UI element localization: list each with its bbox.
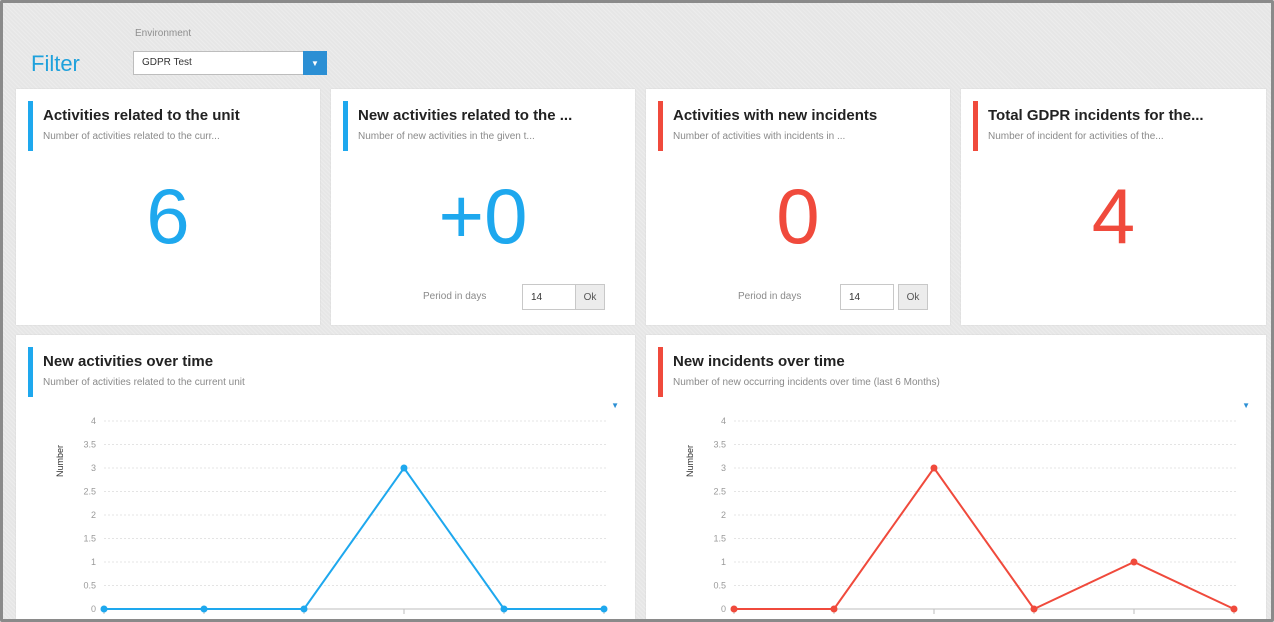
line-chart-new-activities: 0 0.5 1 1.5 2 2.5 3 3.5 4 Number xyxy=(55,416,608,614)
data-point xyxy=(830,605,838,613)
kpi-subtitle: Number of incident for activities of the… xyxy=(988,131,1164,142)
kpi-title: Total GDPR incidents for the... xyxy=(988,107,1204,124)
data-point xyxy=(730,605,738,613)
y-tick-label: 2 xyxy=(721,510,726,520)
environment-select[interactable]: GDPR Test ▼ xyxy=(133,51,327,75)
data-point xyxy=(500,605,508,613)
chevron-down-icon[interactable]: ▼ xyxy=(303,51,327,75)
dashboard-frame: Filter Environment GDPR Test ▼ Activitie… xyxy=(0,0,1274,622)
y-tick-label: 2.5 xyxy=(83,487,96,497)
chart-card-new-activities: New activities over time Number of activ… xyxy=(16,335,635,619)
kpi-accent-bar xyxy=(343,101,348,151)
y-tick-label: 2 xyxy=(91,510,96,520)
line-chart-new-incidents: 0 0.5 1 1.5 2 2.5 3 3.5 4 Number xyxy=(685,416,1238,614)
y-tick-label: 1 xyxy=(721,557,726,567)
kpi-value: +0 xyxy=(438,172,528,260)
period-control: Period in days Ok xyxy=(646,284,950,310)
period-label: Period in days xyxy=(738,291,802,302)
data-point xyxy=(400,464,408,472)
y-tick-label: 0 xyxy=(91,604,96,614)
period-label: Period in days xyxy=(423,291,487,302)
data-point xyxy=(1030,605,1038,613)
data-point xyxy=(200,605,208,613)
period-input[interactable] xyxy=(522,284,576,310)
filter-bar: Filter Environment GDPR Test ▼ xyxy=(11,11,1269,81)
y-tick-label: 3.5 xyxy=(83,440,96,450)
y-tick-label: 0.5 xyxy=(83,581,96,591)
environment-label: Environment xyxy=(135,28,192,39)
y-axis-label: Number xyxy=(55,445,65,477)
data-point xyxy=(930,464,938,472)
kpi-title: New activities related to the ... xyxy=(358,107,573,124)
y-tick-label: 3 xyxy=(721,463,726,473)
kpi-subtitle: Number of activities related to the curr… xyxy=(43,131,220,142)
kpi-accent-bar xyxy=(973,101,978,151)
data-point xyxy=(1230,605,1238,613)
kpi-card-activities-with-incidents: Activities with new incidents Number of … xyxy=(646,89,950,325)
y-tick-label: 0.5 xyxy=(713,581,726,591)
environment-value: GDPR Test xyxy=(142,57,192,68)
data-point xyxy=(600,605,608,613)
y-tick-label: 4 xyxy=(91,416,96,426)
y-axis-label: Number xyxy=(685,445,695,477)
data-point xyxy=(300,605,308,613)
kpi-value: 6 xyxy=(146,172,190,260)
kpi-title: Activities related to the unit xyxy=(43,107,240,124)
y-tick-label: 4 xyxy=(721,416,726,426)
y-tick-label: 2.5 xyxy=(713,487,726,497)
data-point xyxy=(100,605,108,613)
period-input[interactable] xyxy=(840,284,894,310)
ok-button[interactable]: Ok xyxy=(898,284,928,310)
kpi-card-total-gdpr-incidents: Total GDPR incidents for the... Number o… xyxy=(961,89,1266,325)
kpi-card-activities: Activities related to the unit Number of… xyxy=(16,89,320,325)
y-tick-label: 1.5 xyxy=(713,534,726,544)
y-tick-label: 3.5 xyxy=(713,440,726,450)
y-tick-label: 3 xyxy=(91,463,96,473)
kpi-value: 4 xyxy=(1091,172,1136,260)
ok-button[interactable]: Ok xyxy=(575,284,605,310)
kpi-accent-bar xyxy=(658,101,663,151)
filter-title: Filter xyxy=(31,51,80,76)
kpi-card-new-activities: New activities related to the ... Number… xyxy=(331,89,635,325)
kpi-accent-bar xyxy=(28,101,33,151)
kpi-title: Activities with new incidents xyxy=(673,107,878,124)
kpi-subtitle: Number of activities with incidents in .… xyxy=(673,131,846,142)
data-point xyxy=(1130,558,1138,566)
y-tick-label: 1 xyxy=(91,557,96,567)
period-control: Period in days Ok xyxy=(331,284,635,310)
kpi-value: 0 xyxy=(776,172,820,260)
kpi-subtitle: Number of new activities in the given t.… xyxy=(358,131,535,142)
chart-card-new-incidents: New incidents over time Number of new oc… xyxy=(646,335,1266,619)
y-tick-label: 0 xyxy=(721,604,726,614)
y-tick-label: 1.5 xyxy=(83,534,96,544)
